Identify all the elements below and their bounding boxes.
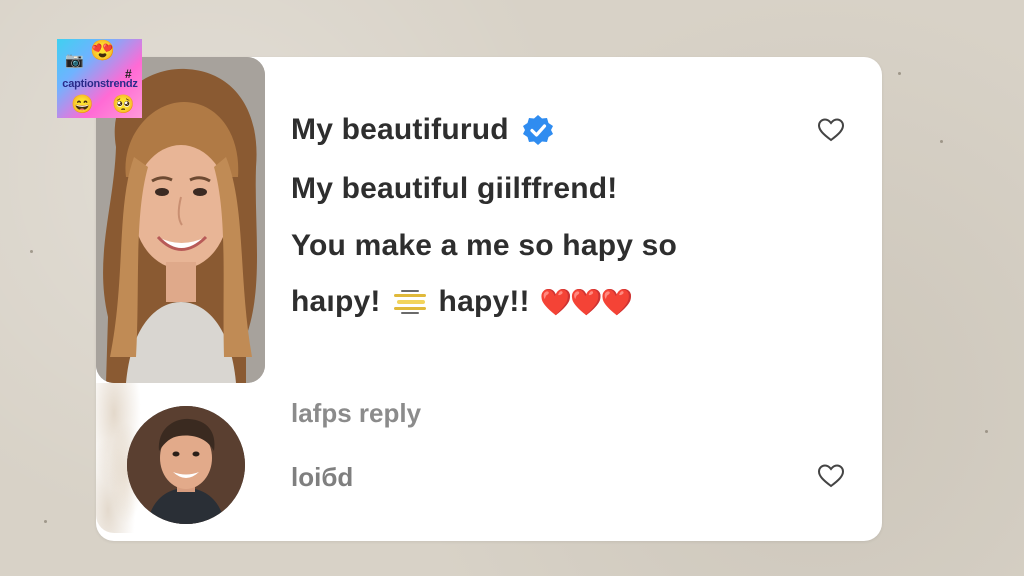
man-portrait: [127, 406, 245, 524]
grin-emoji: 😄: [71, 94, 94, 114]
camera-emoji: 📷: [65, 52, 84, 69]
like-comment-heart-icon[interactable]: [817, 463, 845, 489]
commenter-avatar[interactable]: [127, 406, 245, 524]
verified-badge-icon: [522, 115, 553, 145]
background-speck: [940, 140, 943, 143]
background-speck: [985, 430, 988, 433]
hearts-emoji: ❤️❤️❤️: [539, 286, 633, 317]
reply-label[interactable]: lafps reply: [291, 398, 421, 429]
post-username[interactable]: My beautifurud: [291, 113, 555, 147]
commenter-username[interactable]: loiбd: [291, 462, 353, 493]
like-post-heart-icon[interactable]: [817, 117, 845, 143]
caption-line-3: You make a me so hapy so: [291, 229, 678, 262]
username-text: My beautifurud: [291, 113, 509, 146]
heart-eyes-emoji: 😍: [90, 40, 115, 62]
background-speck: [30, 250, 33, 253]
sparkle-lines-emoji: [393, 290, 426, 314]
caption-line-2: My beautiful giilffrend!: [291, 172, 618, 205]
brand-logo: 😍 📷 # captionstrendz 😄 🥺: [57, 39, 142, 118]
caption-line-4: haıpy! hapy!! ❤️❤️❤️: [291, 285, 633, 319]
background-speck: [898, 72, 901, 75]
pleading-emoji: 🥺: [112, 94, 135, 114]
logo-text: captionstrendz: [62, 78, 138, 90]
caption-line-4-suffix: hapy!!: [438, 285, 530, 318]
caption-line-4-prefix: haıpy!: [291, 285, 381, 318]
background-speck: [44, 520, 47, 523]
